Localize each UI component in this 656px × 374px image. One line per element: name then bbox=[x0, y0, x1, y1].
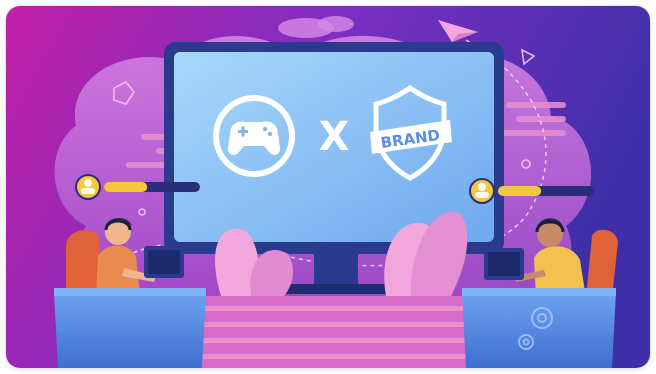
monitor-base bbox=[274, 284, 398, 294]
illustration-card: X BRAND bbox=[6, 6, 650, 368]
gaming-desk bbox=[54, 292, 206, 368]
progress-fill-right bbox=[498, 186, 542, 196]
progress-fill-left bbox=[104, 182, 148, 192]
esports-brand-illustration: X BRAND bbox=[6, 6, 650, 368]
gaming-desk bbox=[462, 292, 616, 368]
separator-x: X bbox=[319, 114, 350, 160]
monitor-stand bbox=[314, 254, 358, 284]
